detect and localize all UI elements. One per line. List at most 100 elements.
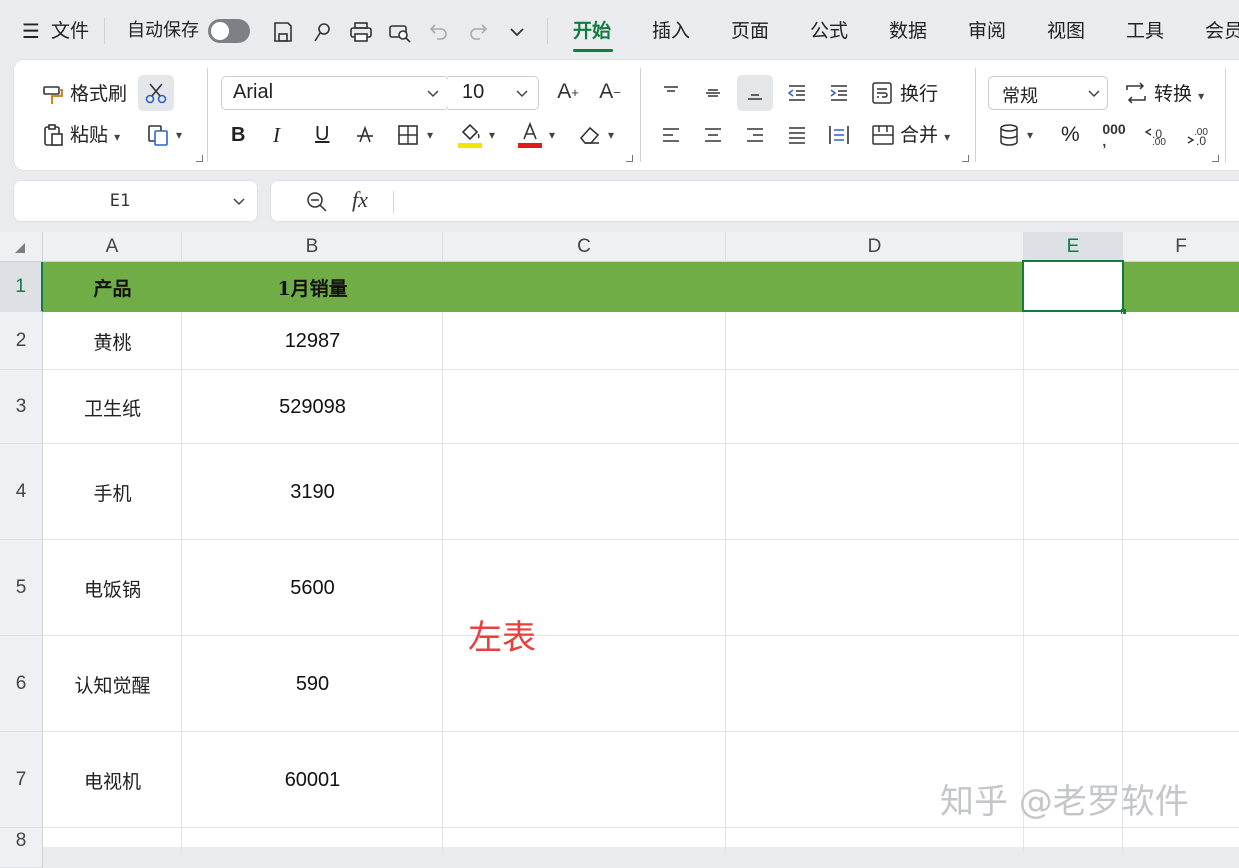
format-painter-icon[interactable]	[40, 82, 66, 108]
tab-formulas[interactable]: 公式	[810, 0, 848, 60]
print-preview-icon[interactable]	[387, 19, 413, 45]
tab-data[interactable]: 数据	[889, 0, 927, 60]
align-right-icon[interactable]	[742, 122, 768, 148]
cell-a2[interactable]: 黄桃	[43, 312, 182, 370]
wrap-text-button[interactable]: 换行	[900, 82, 938, 106]
thousands-separator-icon[interactable]: 000,	[1100, 122, 1128, 148]
row-header-1[interactable]: 1	[0, 262, 43, 312]
clear-format-dropdown-icon[interactable]: ▾	[608, 128, 614, 142]
convert-icon[interactable]	[1122, 80, 1150, 106]
decrease-font-icon[interactable]: A −	[596, 78, 624, 106]
save-icon[interactable]	[270, 19, 296, 45]
paste-icon[interactable]	[40, 122, 66, 148]
increase-indent-icon[interactable]	[826, 80, 852, 106]
select-all-corner[interactable]	[0, 232, 43, 262]
menu-hamburger-icon[interactable]: ☰	[22, 0, 40, 60]
font-color-dropdown-icon[interactable]: ▾	[549, 128, 555, 142]
column-header-c[interactable]: C	[443, 232, 726, 262]
column-header-a[interactable]: A	[43, 232, 182, 262]
row-header-4[interactable]: 4	[0, 444, 43, 540]
cell-a1[interactable]: 产品	[43, 262, 182, 312]
row-header-2[interactable]: 2	[0, 312, 43, 370]
distributed-align-icon[interactable]	[826, 122, 852, 148]
undo-icon[interactable]	[426, 19, 452, 45]
strikethrough-icon[interactable]	[352, 122, 378, 148]
tab-member[interactable]: 会员	[1205, 0, 1239, 60]
cell-b7[interactable]: 60001	[182, 732, 443, 828]
row-header-6[interactable]: 6	[0, 636, 43, 732]
row-header-3[interactable]: 3	[0, 370, 43, 444]
cell-b5[interactable]: 5600	[182, 540, 443, 636]
row-header-8[interactable]: 8	[0, 828, 43, 868]
redo-icon[interactable]	[465, 19, 491, 45]
align-left-icon[interactable]	[658, 122, 684, 148]
merge-button[interactable]: 合并 ▾	[900, 123, 950, 149]
increase-decimal-icon[interactable]: .0.00	[1142, 122, 1170, 148]
clipboard-dialog-launcher[interactable]	[196, 155, 203, 162]
cell-b2[interactable]: 12987	[182, 312, 443, 370]
tab-tools[interactable]: 工具	[1126, 0, 1164, 60]
align-center-icon[interactable]	[700, 122, 726, 148]
tab-view[interactable]: 视图	[1047, 0, 1085, 60]
active-cell-e1[interactable]	[1022, 260, 1126, 314]
print-icon[interactable]	[348, 19, 374, 45]
currency-icon[interactable]	[996, 122, 1022, 148]
paste-button[interactable]: 粘贴 ▾	[70, 123, 120, 149]
zoom-icon[interactable]	[304, 189, 330, 215]
align-top-icon[interactable]	[658, 80, 684, 106]
percent-button[interactable]: %	[1061, 123, 1080, 147]
tab-review[interactable]: 审阅	[968, 0, 1006, 60]
export-pdf-icon[interactable]	[309, 19, 335, 45]
currency-dropdown-icon[interactable]: ▾	[1027, 128, 1033, 142]
file-menu[interactable]: 文件	[51, 0, 89, 60]
font-color-icon[interactable]	[517, 120, 543, 150]
format-painter-button[interactable]: 格式刷	[70, 82, 127, 106]
name-box[interactable]: E1	[14, 181, 257, 221]
cell-a6[interactable]: 认知觉醒	[43, 636, 182, 732]
merge-cells-icon[interactable]	[870, 122, 896, 148]
convert-button[interactable]: 转换 ▾	[1154, 82, 1204, 108]
fill-color-icon[interactable]	[457, 120, 483, 150]
cell-b3[interactable]: 529098	[182, 370, 443, 444]
more-chevron-icon[interactable]	[504, 19, 530, 45]
cell-a7[interactable]: 电视机	[43, 732, 182, 828]
tab-insert[interactable]: 插入	[652, 0, 690, 60]
tab-page[interactable]: 页面	[731, 0, 769, 60]
italic-button[interactable]: I	[273, 123, 280, 147]
align-middle-icon[interactable]	[700, 80, 726, 106]
number-format-select[interactable]: 常规	[988, 76, 1108, 110]
borders-icon[interactable]	[395, 122, 421, 148]
copy-dropdown-icon[interactable]: ▾	[176, 128, 182, 142]
column-header-f[interactable]: F	[1123, 232, 1239, 262]
underline-button[interactable]: U	[315, 122, 329, 146]
autosave-toggle[interactable]	[208, 19, 250, 43]
cell-b6[interactable]: 590	[182, 636, 443, 732]
bold-button[interactable]: B	[231, 123, 245, 147]
spreadsheet-grid: A B C D E F 1 2 3 4 5 6 7 8 产品 1月销量 黄桃 1…	[0, 232, 1239, 868]
row-header-7[interactable]: 7	[0, 732, 43, 828]
cell-a3[interactable]: 卫生纸	[43, 370, 182, 444]
justify-icon[interactable]	[784, 122, 810, 148]
font-size-select[interactable]: 10	[448, 76, 539, 110]
cell-b4[interactable]: 3190	[182, 444, 443, 540]
borders-dropdown-icon[interactable]: ▾	[427, 128, 433, 142]
number-dialog-launcher[interactable]	[1212, 155, 1219, 162]
font-name-select[interactable]: Arial	[221, 76, 449, 110]
column-header-e[interactable]: E	[1024, 232, 1123, 262]
alignment-dialog-launcher[interactable]	[962, 155, 969, 162]
cell-b1[interactable]: 1月销量	[182, 262, 443, 312]
clear-format-icon[interactable]	[576, 122, 604, 148]
row-header-5[interactable]: 5	[0, 540, 43, 636]
decrease-decimal-icon[interactable]: .00.0	[1184, 122, 1212, 148]
cell-a5[interactable]: 电饭锅	[43, 540, 182, 636]
font-dialog-launcher[interactable]	[626, 155, 633, 162]
decrease-indent-icon[interactable]	[784, 80, 810, 106]
column-header-b[interactable]: B	[182, 232, 443, 262]
fill-color-dropdown-icon[interactable]: ▾	[489, 128, 495, 142]
increase-font-icon[interactable]: A +	[554, 78, 582, 106]
function-fx-button[interactable]: fx	[352, 187, 368, 213]
wrap-text-icon[interactable]	[870, 80, 896, 106]
copy-icon[interactable]	[145, 122, 171, 148]
cell-a4[interactable]: 手机	[43, 444, 182, 540]
column-header-d[interactable]: D	[726, 232, 1024, 262]
